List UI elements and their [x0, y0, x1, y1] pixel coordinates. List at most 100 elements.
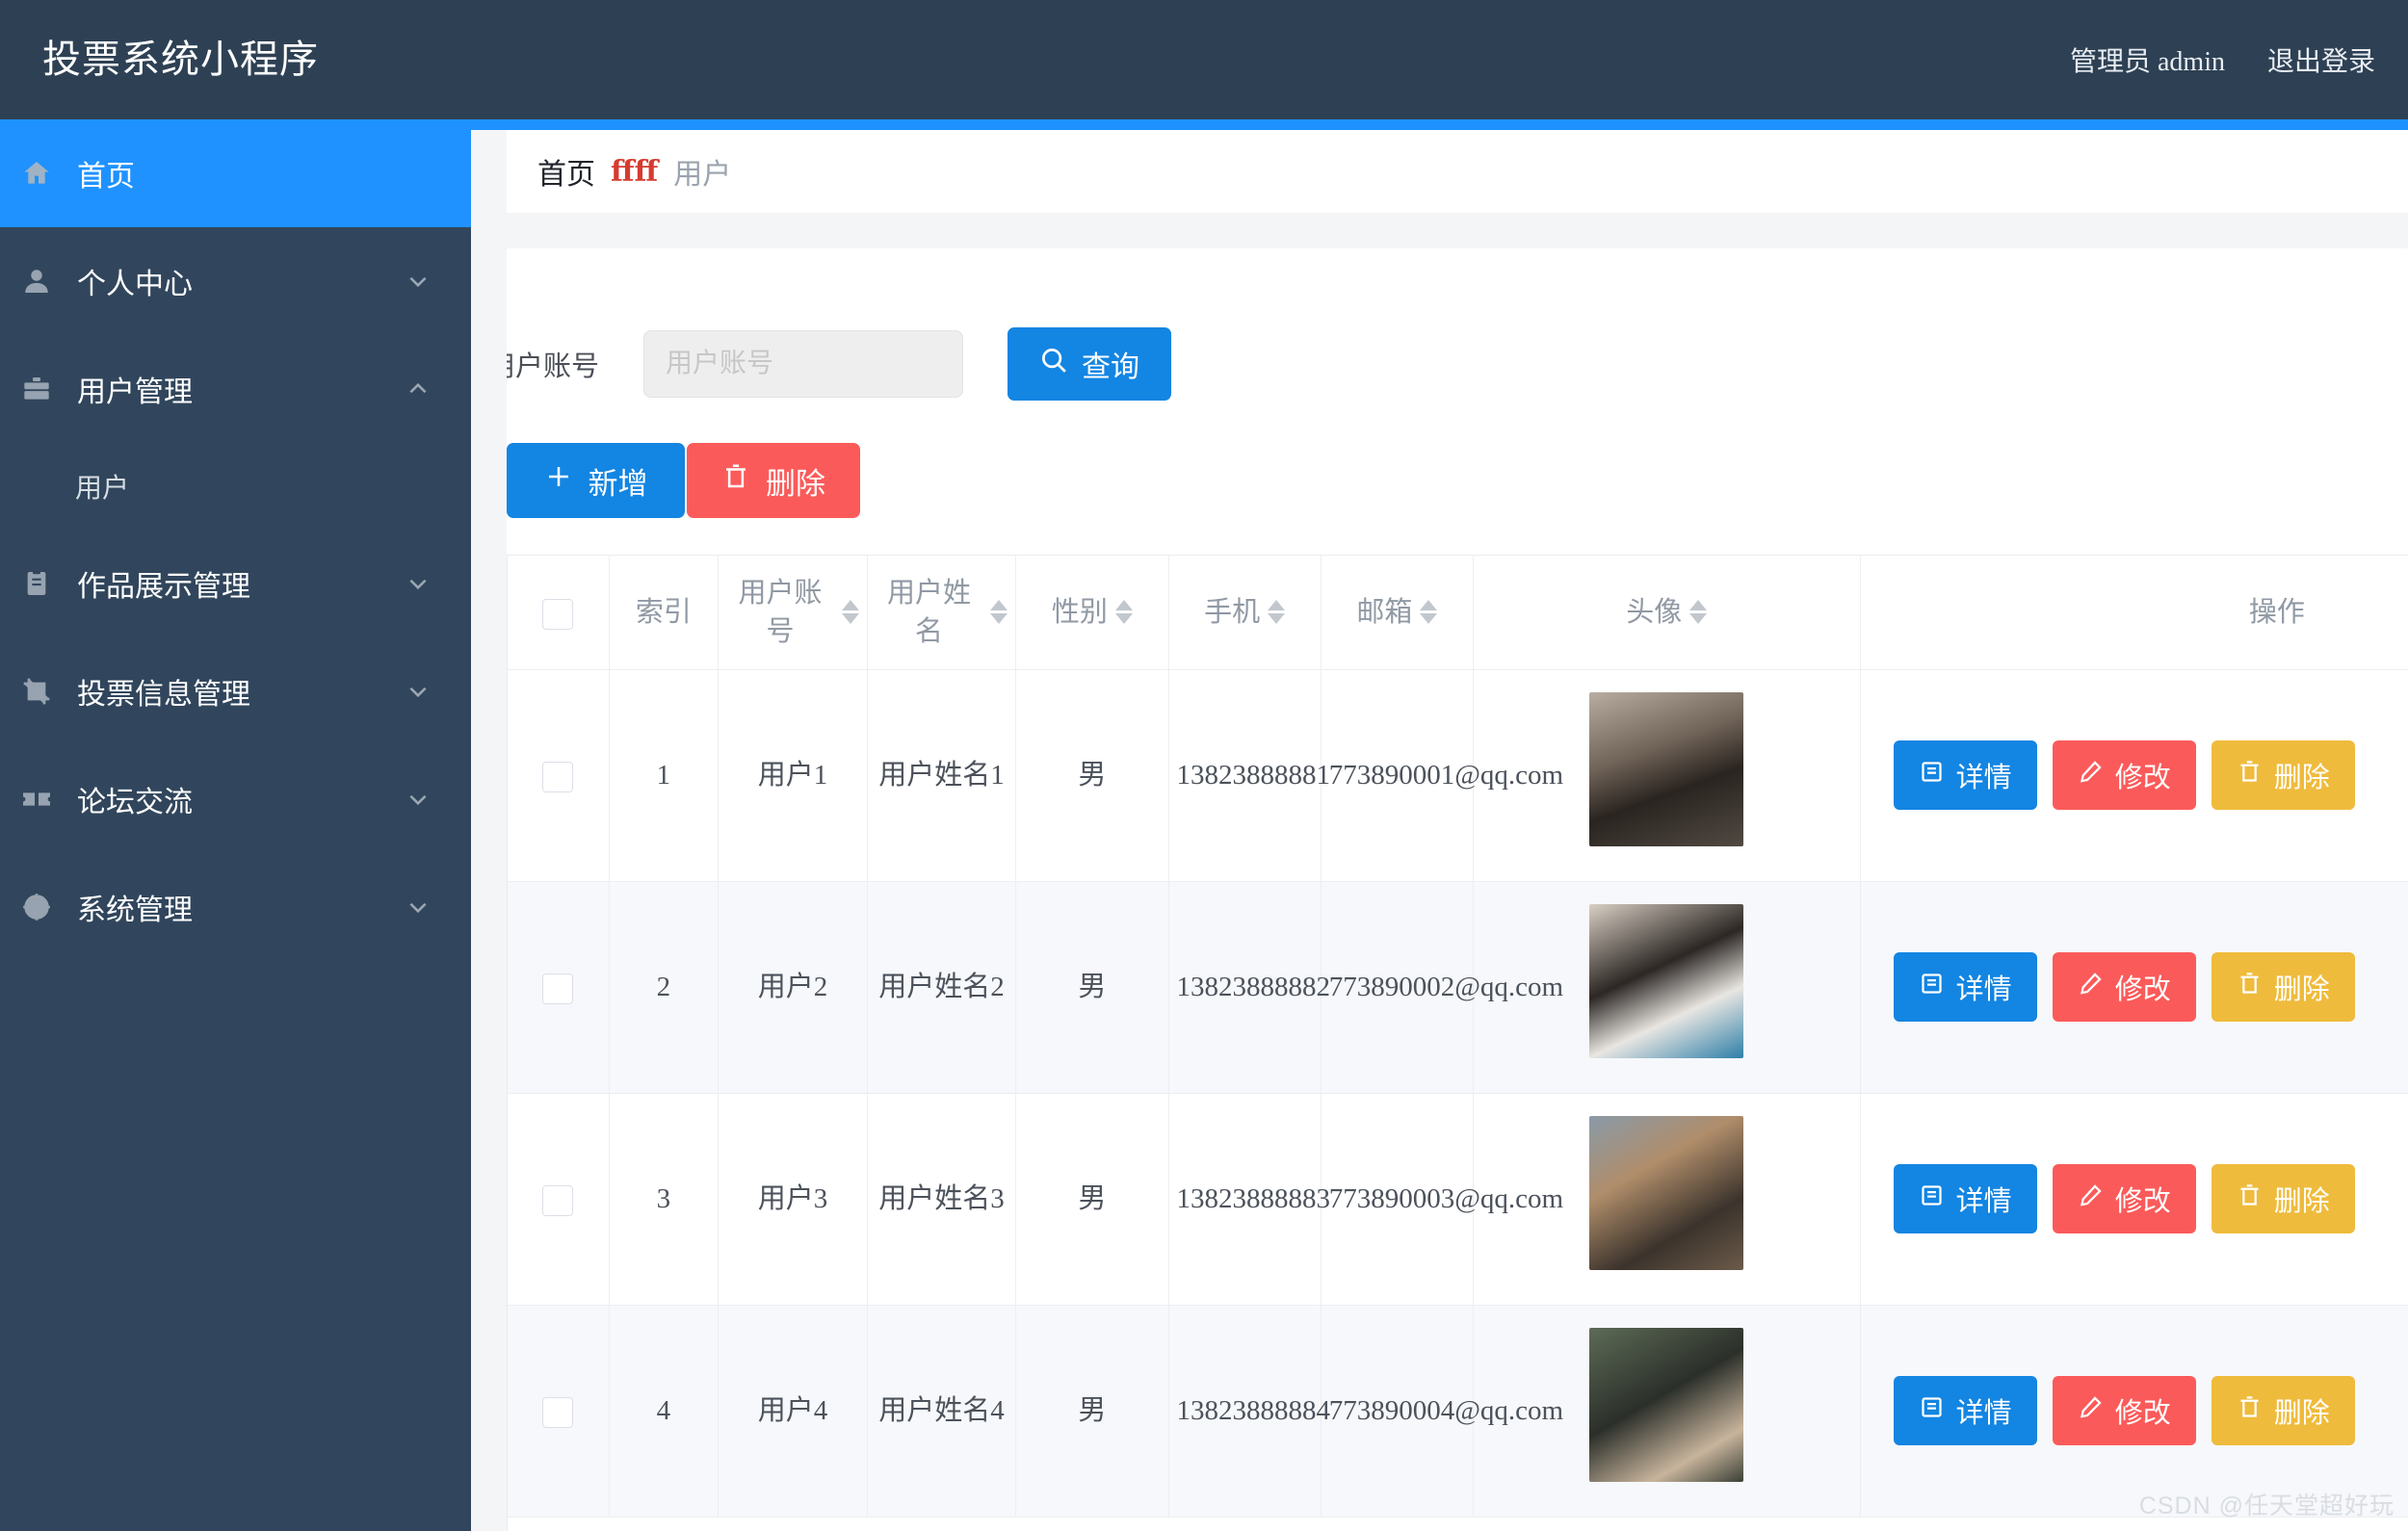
row-delete-button[interactable]: 删除 [2212, 1376, 2355, 1445]
detail-button-label: 详情 [1956, 1179, 2012, 1219]
user-list-panel: 用户账号 查询 新增 删除 [507, 248, 2408, 1531]
trash-icon [2237, 1394, 2263, 1428]
trash-icon [2237, 1182, 2263, 1216]
cell-operations: 详情 修改 删除 [1860, 1305, 2408, 1517]
column-header-name[interactable]: 用户姓名 [867, 556, 1016, 669]
row-select-cell [508, 881, 609, 1093]
add-button[interactable]: 新增 [507, 443, 685, 518]
row-checkbox[interactable] [542, 1397, 573, 1428]
edit-button[interactable]: 修改 [2053, 952, 2196, 1022]
header-right-group: 管理员 admin 退出登录 [2070, 40, 2375, 79]
sort-arrows-icon[interactable] [1268, 600, 1285, 624]
detail-button[interactable]: 详情 [1894, 1164, 2037, 1233]
select-all-checkbox[interactable] [542, 599, 573, 630]
sort-arrows-icon[interactable] [1689, 600, 1707, 624]
column-label: 性别 [1052, 593, 1108, 632]
search-input[interactable] [643, 330, 963, 398]
logout-button[interactable]: 退出登录 [2267, 40, 2375, 79]
column-header-email[interactable]: 邮箱 [1321, 556, 1473, 669]
sort-arrows-icon[interactable] [842, 600, 859, 624]
list-icon [1919, 1394, 1945, 1428]
edit-button[interactable]: 修改 [2053, 1376, 2196, 1445]
sidebar-item-home[interactable]: 首页 [0, 119, 471, 227]
column-header-gender[interactable]: 性别 [1016, 556, 1168, 669]
row-delete-button[interactable]: 删除 [2212, 740, 2355, 810]
table-row[interactable]: 4 用户4 用户姓名4 男 13823888884 773890004@qq.c… [508, 1305, 2408, 1517]
avatar [1589, 692, 1743, 846]
search-field-label: 用户账号 [507, 344, 599, 384]
edit-button[interactable]: 修改 [2053, 1164, 2196, 1233]
user-table: 索引 用户账号 用户姓名 [508, 556, 2408, 1518]
cell-index: 4 [609, 1305, 719, 1517]
sidebar-item-label: 论坛交流 [77, 778, 402, 820]
list-icon [1919, 971, 1945, 1004]
sort-arrows-icon[interactable] [990, 600, 1008, 624]
sidebar-item-vote-info-management[interactable]: 投票信息管理 [0, 637, 471, 745]
table-row[interactable]: 1 用户1 用户姓名1 男 13823888881 773890001@qq.c… [508, 669, 2408, 881]
column-label: 操作 [2249, 597, 2305, 628]
sidebar-item-works-display-management[interactable]: 作品展示管理 [0, 530, 471, 637]
table-row[interactable]: 2 用户2 用户姓名2 男 13823888882 773890002@qq.c… [508, 881, 2408, 1093]
cell-index: 1 [609, 669, 719, 881]
bulk-delete-button-label: 删除 [766, 459, 825, 503]
sidebar-item-label: 作品展示管理 [77, 562, 402, 605]
sidebar-subitem-user[interactable]: 用户 [0, 443, 471, 530]
bulk-action-bar: 新增 删除 [507, 437, 2408, 524]
chevron-down-icon[interactable] [402, 675, 434, 708]
query-button[interactable]: 查询 [1008, 327, 1171, 401]
table-row[interactable]: 3 用户3 用户姓名3 男 13823888883 773890003@qq.c… [508, 1093, 2408, 1305]
breadcrumb-root[interactable]: 首页 [537, 150, 595, 193]
edit-button[interactable]: 修改 [2053, 740, 2196, 810]
sidebar-item-forum[interactable]: 论坛交流 [0, 745, 471, 853]
edit-button-label: 修改 [2115, 967, 2171, 1007]
column-header-account[interactable]: 用户账号 [719, 556, 868, 669]
trash-icon [721, 462, 750, 499]
search-filter-bar: 用户账号 查询 [507, 318, 2408, 410]
row-delete-button[interactable]: 删除 [2212, 952, 2355, 1022]
row-checkbox[interactable] [542, 1185, 573, 1216]
sort-arrows-icon[interactable] [1115, 600, 1133, 624]
accent-strip [471, 119, 2408, 130]
cell-gender: 男 [1016, 669, 1168, 881]
sidebar-item-system-management[interactable]: 系统管理 [0, 853, 471, 961]
row-checkbox[interactable] [542, 973, 573, 1004]
row-delete-button[interactable]: 删除 [2212, 1164, 2355, 1233]
chevron-down-icon[interactable] [402, 783, 434, 816]
column-header-avatar[interactable]: 头像 [1473, 556, 1860, 669]
chevron-down-icon[interactable] [402, 891, 434, 923]
table-header-row: 索引 用户账号 用户姓名 [508, 556, 2408, 669]
cell-account: 用户3 [719, 1093, 868, 1305]
breadcrumb-separator-icon: ﬀﬀ [611, 155, 658, 189]
row-checkbox[interactable] [542, 762, 573, 792]
current-user-label[interactable]: 管理员 admin [2070, 40, 2225, 79]
chevron-down-icon[interactable] [402, 567, 434, 600]
column-label: 用户姓名 [876, 574, 983, 651]
briefcase-icon [17, 370, 56, 408]
detail-button[interactable]: 详情 [1894, 740, 2037, 810]
row-delete-button-label: 删除 [2274, 967, 2330, 1007]
chevron-up-icon[interactable] [402, 373, 434, 405]
sidebar-item-user-management[interactable]: 用户管理 [0, 335, 471, 443]
column-header-operations: 操作 [1860, 556, 2408, 669]
edit-button-label: 修改 [2115, 755, 2171, 795]
target-icon [17, 888, 56, 926]
plus-icon [544, 462, 573, 499]
detail-button[interactable]: 详情 [1894, 952, 2037, 1022]
user-table-scroll-container[interactable]: 索引 用户账号 用户姓名 [507, 555, 2408, 1531]
sidebar-item-label: 投票信息管理 [77, 670, 402, 713]
sidebar-item-label: 用户管理 [77, 368, 402, 410]
sort-arrows-icon[interactable] [1420, 600, 1437, 624]
detail-button[interactable]: 详情 [1894, 1376, 2037, 1445]
chevron-down-icon[interactable] [402, 265, 434, 298]
sidebar-item-personal-center[interactable]: 个人中心 [0, 227, 471, 335]
pencil-icon [2078, 759, 2104, 792]
row-select-cell [508, 1305, 609, 1517]
detail-button-label: 详情 [1956, 755, 2012, 795]
top-header-bar: 投票系统小程序 管理员 admin 退出登录 [0, 0, 2408, 119]
select-all-header [508, 556, 609, 669]
cell-index: 2 [609, 881, 719, 1093]
bulk-delete-button[interactable]: 删除 [687, 443, 860, 518]
user-table-head: 索引 用户账号 用户姓名 [508, 556, 2408, 669]
ticket-icon [17, 780, 56, 818]
column-header-phone[interactable]: 手机 [1168, 556, 1321, 669]
